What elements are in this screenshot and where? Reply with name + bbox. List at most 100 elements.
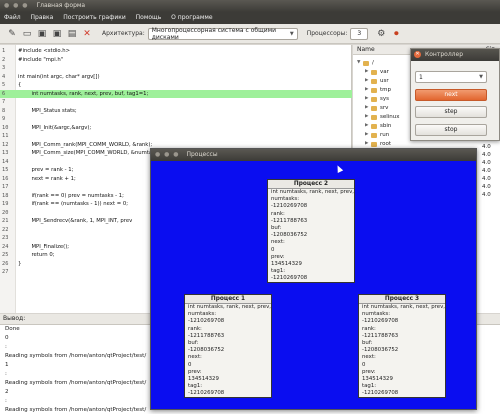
line-number: 5 — [2, 82, 6, 88]
tree-item-label: tmp — [380, 87, 392, 93]
process-variable-line: tag1: — [362, 383, 377, 390]
architecture-select[interactable]: Многопроцессорная система с общими диска… — [147, 27, 298, 41]
line-number: 12 — [2, 141, 9, 148]
process-box-3[interactable]: Процесс 3 int numtasks, rank, next, prev,… — [358, 294, 446, 399]
code-line[interactable]: 8 MPI_Status stats; — [0, 107, 352, 115]
code-line[interactable]: 2 #include "mpi.h" — [0, 56, 352, 64]
process-variable-line: buf: — [362, 339, 373, 346]
code-text: #include "mpi.h" — [18, 56, 64, 63]
line-number: 16 — [2, 175, 9, 182]
chevron-down-icon: ▼ — [289, 30, 294, 37]
process-variable-line: rank: — [188, 325, 202, 332]
process-variable-line: -1208036752 — [271, 232, 308, 239]
save-icon[interactable]: ▣ — [36, 28, 48, 40]
menu-about[interactable]: О программе — [171, 14, 212, 21]
size-value: 4.0 — [482, 176, 491, 182]
line-number: 14 — [2, 158, 9, 165]
line-number: 15 — [2, 167, 9, 173]
tree-item-var[interactable]: ▶ var — [365, 68, 389, 76]
tree-item-label: srv — [380, 105, 389, 111]
new-file-icon[interactable]: ▭ — [21, 28, 33, 40]
code-line[interactable]: 3 — [0, 64, 352, 72]
window-controls-icon[interactable]: ● ● ● — [155, 149, 180, 161]
tree-item-usr[interactable]: ▶ usr — [365, 77, 389, 85]
tree-item-label: run — [380, 132, 390, 138]
code-text: MPI_Init(&argc,&argv); — [18, 124, 92, 131]
process-variable-line: next: — [188, 354, 202, 361]
folder-icon — [363, 60, 369, 66]
size-value: 4.0 — [482, 168, 491, 174]
toolbar: ✎ ▭ ▣ ▣ ▤ ✕ Архитектура: Многопроцессорн… — [0, 24, 500, 44]
code-line[interactable]: 4 int main(int argc, char* argv[]) — [0, 73, 352, 81]
code-line[interactable]: 1 #include <stdio.h> — [0, 47, 352, 55]
processors-spinbox[interactable]: 3 — [350, 27, 369, 40]
tree-item-label: var — [380, 69, 389, 75]
processes-canvas: Процесс 2 int numtasks, rank, next, prev,… — [151, 161, 476, 409]
process-variable-line: -1210269708 — [271, 203, 308, 210]
window-controls-icon[interactable]: ● ● ● — [4, 0, 29, 12]
line-number: 22 — [2, 226, 9, 233]
process-variable-line: numtasks: — [362, 311, 391, 318]
process-variable-line: 134514329 — [188, 375, 219, 382]
code-line[interactable]: 9 — [0, 115, 352, 123]
column-name[interactable]: Name — [353, 45, 393, 54]
code-line[interactable]: 10 MPI_Init(&argc,&argv); — [0, 124, 352, 132]
tree-item-label: selinux — [380, 114, 400, 120]
code-text: MPI_Comm_rank(MPI_COMM_WORLD, &rank); — [18, 141, 153, 148]
tree-item-root[interactable]: ▶ root — [365, 140, 391, 148]
process-variable-line: numtasks: — [271, 196, 300, 203]
window-title: Главная форма — [36, 2, 86, 9]
edit-icon[interactable]: ✎ — [6, 28, 18, 40]
tree-item-tmp[interactable]: ▶ tmp — [365, 86, 391, 94]
stop-icon[interactable]: ⏺ — [390, 28, 402, 40]
code-line[interactable]: 5{ — [0, 81, 352, 89]
process-variable-line: rank: — [271, 210, 285, 217]
folder-icon — [371, 114, 377, 120]
code-line-current[interactable]: 6 int numtasks, rank, next, prev, buf, t… — [0, 89, 352, 98]
code-text: int numtasks, rank, next, prev, buf, tag… — [18, 90, 149, 97]
process-variable-line: 134514329 — [362, 375, 393, 382]
tree-item-sbin[interactable]: ▶ sbin — [365, 122, 391, 130]
process-select[interactable]: 1 ▼ — [415, 71, 487, 83]
tree-item-run[interactable]: ▶ run — [365, 131, 389, 139]
stop-button[interactable]: stop — [415, 124, 487, 136]
size-value: 4.0 — [482, 152, 491, 158]
code-text: } — [18, 260, 22, 267]
chevron-down-icon: ▼ — [479, 74, 483, 80]
line-number: 23 — [2, 235, 9, 241]
process-box-1[interactable]: Процесс 1 int numtasks, rank, next, prev,… — [184, 294, 272, 399]
code-text: MPI_Comm_size(MPI_COMM_WORLD, &numtasks)… — [18, 150, 165, 156]
process-variable-line: -1208036752 — [188, 347, 225, 354]
process-variable-line: prev: — [188, 368, 202, 375]
step-button[interactable]: step — [415, 106, 487, 118]
process-variable-line: 0 — [188, 361, 192, 368]
line-number: 4 — [2, 73, 6, 80]
save-all-icon[interactable]: ▤ — [66, 28, 78, 40]
process-variable-line: -1210269708 — [362, 390, 399, 397]
line-number: 2 — [2, 56, 6, 63]
process-box-2[interactable]: Процесс 2 int numtasks, rank, next, prev,… — [267, 179, 355, 284]
close-icon[interactable]: ✕ — [81, 28, 93, 40]
menu-build-charts[interactable]: Построить графики — [63, 14, 125, 21]
menu-help[interactable]: Помощь — [136, 14, 162, 21]
folder-icon — [371, 123, 377, 129]
close-icon[interactable]: ✕ — [414, 51, 421, 58]
tree-item-selinux[interactable]: ▶ selinux — [365, 113, 400, 121]
menu-edit[interactable]: Правка — [31, 14, 54, 21]
process-variable-line: rank: — [362, 325, 376, 332]
tree-item-root[interactable]: ▼ / — [357, 59, 374, 67]
line-number: 18 — [2, 192, 9, 199]
menu-bar: Файл Правка Построить графики Помощь О п… — [0, 12, 500, 24]
code-text: next = rank + 1; — [18, 175, 76, 182]
code-line[interactable]: 11 — [0, 132, 352, 140]
save-as-icon[interactable]: ▣ — [51, 28, 63, 40]
folder-icon — [371, 78, 377, 84]
next-button[interactable]: next — [415, 89, 487, 101]
tree-item-label: / — [372, 60, 374, 66]
settings-icon[interactable]: ⚙ — [375, 28, 387, 40]
line-number: 3 — [2, 65, 6, 71]
tree-item-sys[interactable]: ▶ sys — [365, 95, 389, 103]
tree-item-srv[interactable]: ▶ srv — [365, 104, 388, 112]
code-line[interactable]: 7 — [0, 98, 352, 106]
menu-file[interactable]: Файл — [4, 14, 21, 21]
